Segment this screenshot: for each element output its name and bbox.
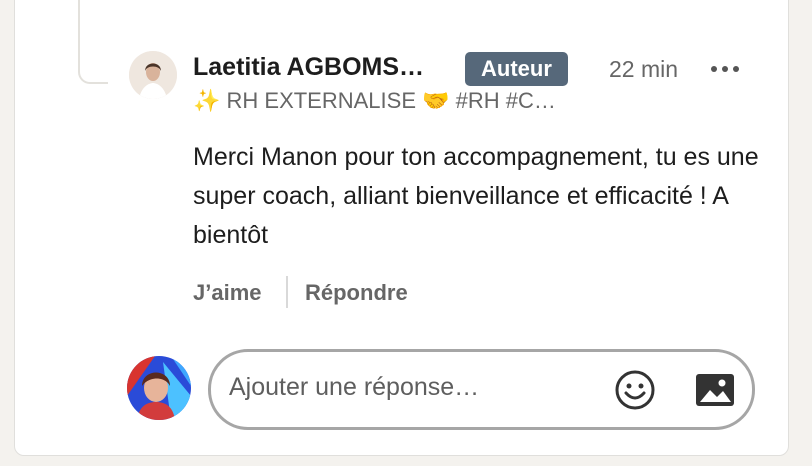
author-avatar[interactable] bbox=[129, 51, 177, 99]
action-divider bbox=[286, 276, 288, 308]
comment-time: 22 min bbox=[609, 56, 679, 82]
author-badge: Auteur bbox=[465, 52, 568, 86]
thread-connector-line bbox=[78, 0, 108, 84]
comment-body: Merci Manon pour ton accompagnement, tu … bbox=[193, 143, 759, 249]
reply-button[interactable]: Répondre bbox=[305, 280, 408, 306]
image-icon[interactable] bbox=[694, 372, 736, 408]
more-options-icon[interactable] bbox=[708, 57, 742, 81]
like-button[interactable]: J’aime bbox=[193, 280, 262, 306]
emoji-icon[interactable] bbox=[614, 369, 656, 411]
current-user-avatar bbox=[127, 356, 191, 420]
author-name[interactable]: Laetitia AGBOMS… bbox=[193, 53, 424, 82]
author-headline: ✨ RH EXTERNALISE 🤝 #RH #C… bbox=[193, 88, 556, 113]
reply-placeholder: Ajouter une réponse… bbox=[229, 373, 480, 401]
